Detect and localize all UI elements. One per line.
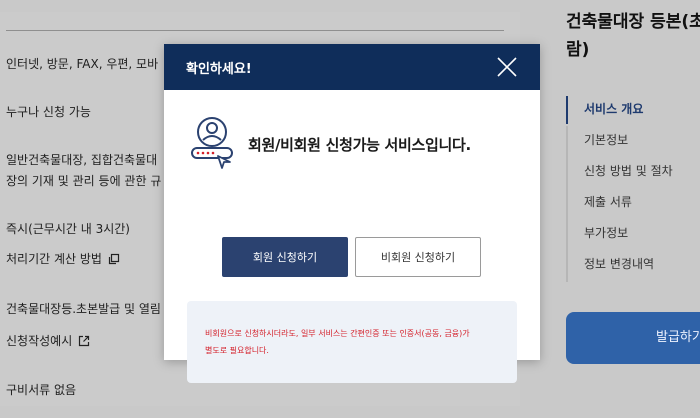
notice-message: 회원/비회원 신청가능 서비스입니다.	[248, 135, 471, 154]
issue-button[interactable]: 발급하기	[566, 312, 700, 364]
notice-row: 회원/비회원 신청가능 서비스입니다.	[188, 116, 471, 172]
info-line-2: 별도로 필요합니다.	[205, 346, 269, 355]
member-apply-button[interactable]: 회원 신청하기	[222, 237, 348, 277]
menu-item-overview[interactable]: 서비스 개요	[566, 96, 700, 127]
application-method: 인터넷, 방문, FAX, 우편, 모바	[6, 57, 159, 71]
menu-item-documents[interactable]: 제출 서류	[566, 189, 700, 220]
related-form: 건축물대장등.초본발급 및 열림	[6, 302, 161, 316]
sample-form-label: 신청작성예시	[6, 334, 73, 348]
side-menu: 서비스 개요 기본정보 신청 방법 및 절차 제출 서류 부가정보 정보 변경내…	[566, 96, 700, 282]
copy-icon	[108, 253, 120, 264]
service-title-line1: 건축물대장 등본(초	[566, 12, 700, 32]
sample-form-link[interactable]: 신청작성예시	[6, 332, 90, 349]
menu-item-change-history[interactable]: 정보 변경내역	[566, 251, 700, 282]
processing-time-calc-link[interactable]: 처리기간 계산 방법	[6, 250, 120, 267]
divider	[6, 30, 504, 31]
legal-basis-line1: 일반건축물대장, 집합건축물대	[6, 153, 158, 167]
processing-time: 즉시(근무시간 내 3시간)	[6, 222, 130, 236]
processing-time-calc-label: 처리기간 계산 방법	[6, 252, 102, 266]
legal-basis-line2: 장의 기재 및 관리 등에 관한 규	[6, 174, 162, 188]
required-documents: 구비서류 없음	[6, 383, 77, 397]
menu-item-basic-info[interactable]: 기본정보	[566, 127, 700, 158]
info-line-1: 비회원으로 신청하시더라도, 일부 서비스는 간편인증 또는 인증서(공동, 금…	[205, 329, 470, 338]
user-login-icon	[191, 117, 233, 169]
modal-header: 확인하세요!	[164, 44, 540, 90]
confirm-modal: 확인하세요! 회원/비회원 신청가능 서비스입니다. 회원 신청하기 비회원 신…	[164, 44, 540, 383]
close-icon[interactable]	[496, 56, 518, 78]
info-box: 비회원으로 신청하시더라도, 일부 서비스는 간편인증 또는 인증서(공동, 금…	[187, 301, 517, 383]
menu-item-procedure[interactable]: 신청 방법 및 절차	[566, 158, 700, 189]
menu-item-additional-info[interactable]: 부가정보	[566, 220, 700, 251]
service-title: 건축물대장 등본(초 람)	[566, 8, 700, 64]
external-link-icon	[79, 335, 90, 346]
eligibility: 누구나 신청 가능	[6, 105, 91, 119]
service-title-line2: 람)	[566, 40, 590, 60]
modal-title: 확인하세요!	[186, 61, 252, 77]
nonmember-apply-button[interactable]: 비회원 신청하기	[355, 237, 481, 277]
